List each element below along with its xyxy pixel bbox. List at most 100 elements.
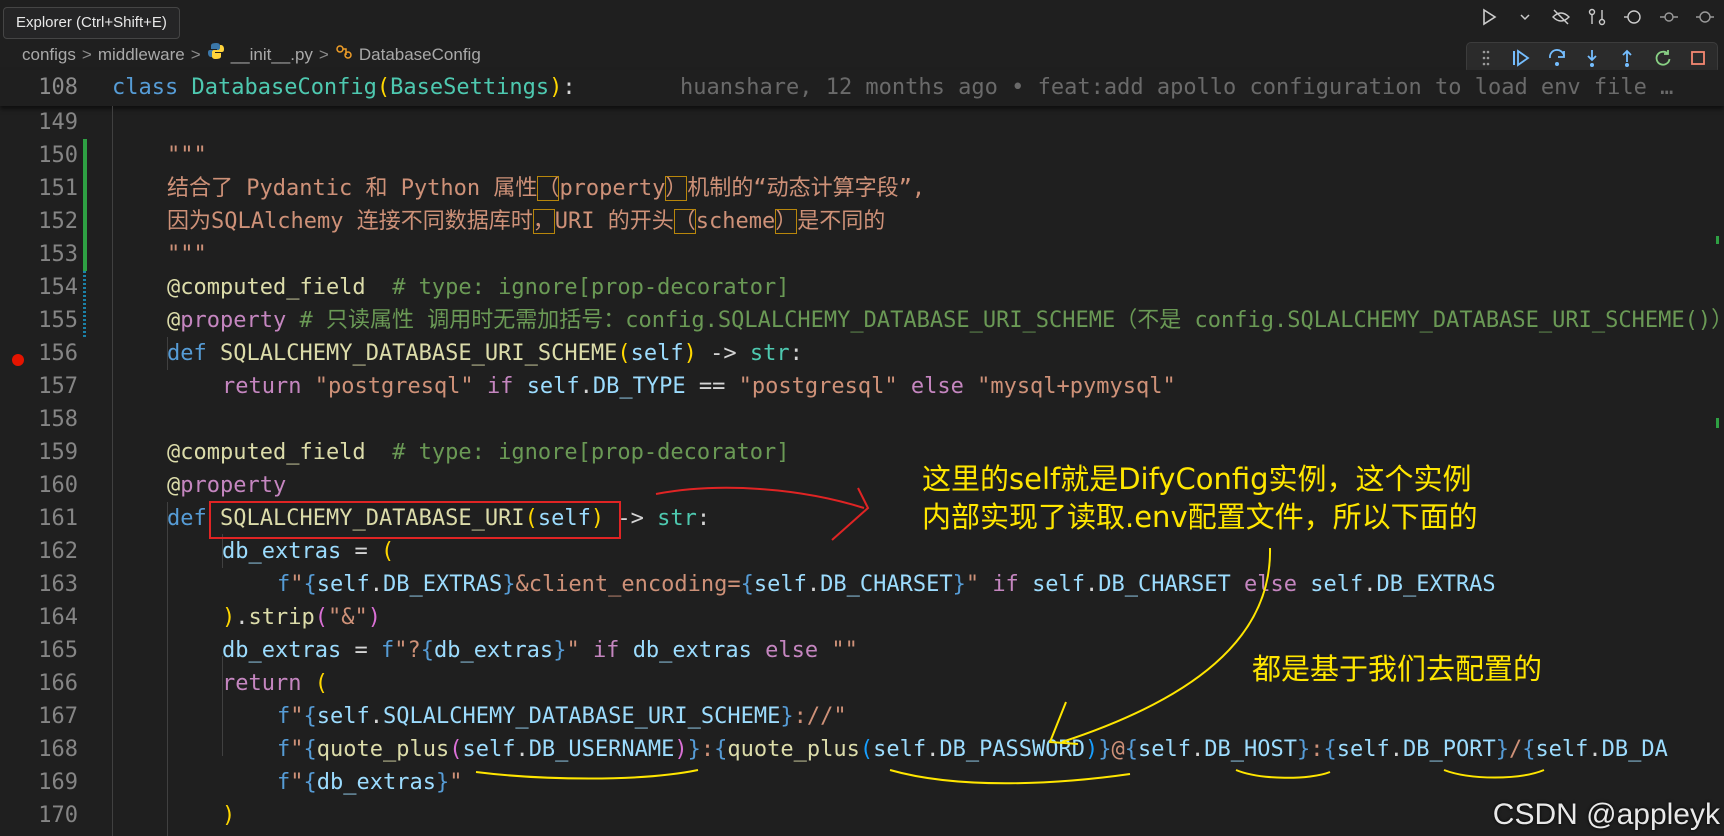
watermark: CSDN @appleyk (1492, 798, 1720, 831)
code-line[interactable]: 157 return "postgresql" if self.DB_TYPE =… (0, 370, 1724, 403)
highlighted-char: ） (775, 209, 798, 234)
variable: self (1032, 572, 1086, 597)
line-number: 162 (38, 539, 78, 564)
string: "postgresql" (738, 374, 898, 399)
breadcrumb-separator: > (190, 45, 201, 64)
more-icon[interactable] (1694, 6, 1716, 28)
code-line[interactable]: 150 """ (0, 139, 1724, 172)
commit-icon[interactable] (1658, 6, 1680, 28)
compare-icon[interactable] (1586, 6, 1608, 28)
breadcrumb-separator: > (318, 45, 329, 64)
eye-off-icon[interactable] (1550, 6, 1572, 28)
stop-icon[interactable] (1687, 46, 1709, 70)
history-icon[interactable] (1622, 6, 1644, 28)
run-dropdown-icon[interactable] (1514, 6, 1536, 28)
line-number: 156 (38, 341, 78, 366)
attribute: SQLALCHEMY_DATABASE_URI_SCHEME (382, 704, 781, 729)
paren: ( (376, 75, 391, 100)
variable: self (1310, 572, 1364, 597)
keyword: if (592, 638, 620, 663)
restart-icon[interactable] (1651, 46, 1673, 70)
code-line[interactable]: 163 f"{self.DB_EXTRAS}&client_encoding={s… (0, 568, 1724, 601)
decorator-name: property (180, 473, 287, 498)
breadcrumb-item-configs[interactable]: configs (22, 42, 76, 68)
attribute: DB_USERNAME (528, 737, 675, 762)
attribute: DB_EXTRAS (1376, 572, 1496, 597)
decorator-at: @ (167, 308, 181, 333)
breadcrumb-item-file[interactable]: __init__.py (231, 42, 313, 68)
string: "" (831, 638, 858, 663)
code-line[interactable]: 151 结合了 Pydantic 和 Python 属性（property）机制的… (0, 172, 1724, 205)
keyword: else (765, 638, 819, 663)
code-line[interactable]: 168 f"{quote_plus(self.DB_USERNAME)}:{quo… (0, 733, 1724, 766)
line-number: 158 (38, 407, 78, 432)
decorator: @computed_field (167, 275, 366, 300)
annotation-line: 内部实现了读取.env配置文件，所以下面的 (922, 500, 1478, 534)
line-number: 165 (38, 638, 78, 663)
annotation-line: 这里的self就是DifyConfig实例，这个实例 (922, 462, 1472, 496)
class-name: DatabaseConfig (191, 75, 377, 100)
variable: db_extras (222, 539, 342, 564)
string: "mysql+pymysql" (977, 374, 1176, 399)
line-number: 161 (38, 506, 78, 531)
code-line[interactable]: 154 @computed_field # type: ignore[prop-d… (0, 271, 1724, 304)
variable: self (526, 374, 580, 399)
base-class: BaseSettings (390, 75, 550, 100)
function-name: SQLALCHEMY_DATABASE_URI_SCHEME (220, 341, 618, 366)
attribute: DB_CHARSET (820, 572, 953, 597)
explorer-tooltip: Explorer (Ctrl+Shift+E) (3, 7, 180, 39)
variable: db_extras (632, 638, 752, 663)
variable: self (316, 704, 370, 729)
step-out-icon[interactable] (1616, 46, 1638, 70)
type: str (657, 506, 697, 531)
title-bar: Explorer (Ctrl+Shift+E) (0, 0, 1724, 42)
run-icon[interactable] (1478, 6, 1500, 28)
code-line[interactable]: 156 def SQLALCHEMY_DATABASE_URI_SCHEME(se… (0, 337, 1724, 370)
code-line[interactable]: 153 """ (0, 238, 1724, 271)
line-number: 160 (38, 473, 78, 498)
breadcrumb-item-middleware[interactable]: middleware (98, 42, 185, 68)
editor-actions (1478, 6, 1716, 28)
variable: db_extras (222, 638, 342, 663)
keyword: class (112, 75, 179, 100)
variable: self (1138, 737, 1192, 762)
code-line[interactable]: 149 (0, 106, 1724, 139)
continue-icon[interactable] (1510, 46, 1532, 70)
method: strip (248, 605, 315, 630)
keyword: def (167, 506, 207, 531)
line-number: 154 (38, 275, 78, 300)
attribute: DB_EXTRAS (382, 572, 503, 597)
breadcrumb-separator: > (81, 45, 92, 64)
step-over-icon[interactable] (1546, 46, 1568, 70)
drag-handle-icon[interactable] (1475, 46, 1497, 70)
code-line[interactable]: 152 因为SQLAlchemy 连接不同数据库时，URI 的开头（scheme）… (0, 205, 1724, 238)
code-line[interactable]: 162 db_extras = ( (0, 535, 1724, 568)
docstring-text: URI 的开头 (554, 209, 674, 234)
code-line[interactable]: 170) (0, 799, 1724, 832)
function-call: quote_plus (316, 737, 450, 762)
keyword: if (992, 572, 1019, 597)
docstring-text: scheme (695, 209, 776, 234)
code-line[interactable]: 164).strip("&") (0, 601, 1724, 634)
decorator-name: property (180, 308, 287, 333)
docstring-quote: """ (167, 242, 207, 267)
highlighted-char: （ (537, 176, 560, 201)
sticky-scroll-line[interactable]: 108 class DatabaseConfig(BaseSettings): … (0, 70, 1724, 106)
python-file-icon (207, 42, 225, 68)
highlighted-char: ） (665, 176, 688, 201)
line-number: 159 (38, 440, 78, 465)
code-line[interactable]: 169 f"{db_extras}" (0, 766, 1724, 799)
docstring-text: 机制的“动态计算字段”, (687, 176, 926, 201)
step-into-icon[interactable] (1581, 46, 1603, 70)
line-number: 151 (38, 176, 78, 201)
breadcrumb: configs > middleware > __init__.py > Dat… (22, 42, 481, 68)
code-line[interactable]: 167 f"{self.SQLALCHEMY_DATABASE_URI_SCHEM… (0, 700, 1724, 733)
breadcrumb-item-class[interactable]: DatabaseConfig (359, 42, 481, 68)
code-line[interactable]: 158 (0, 403, 1724, 436)
variable: self (753, 572, 807, 597)
line-number: 149 (38, 110, 78, 135)
annotation-note: 都是基于我们去配置的 (1252, 652, 1543, 686)
docstring-quote: """ (167, 143, 207, 168)
code-line[interactable]: 155 @property # 只读属性 调用时无需加括号：config.SQLA… (0, 304, 1724, 337)
line-number: 157 (38, 374, 78, 399)
